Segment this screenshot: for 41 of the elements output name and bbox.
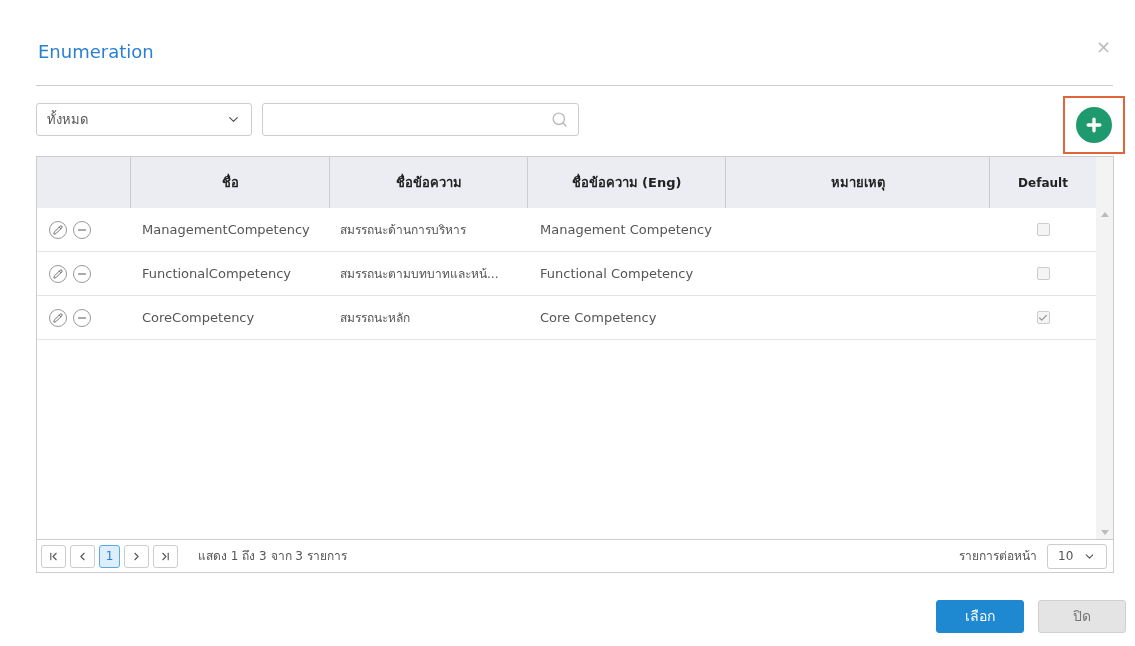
column-header: ชื่อข้อความ (Eng) [528, 157, 726, 208]
check-icon [1038, 312, 1048, 323]
per-page-dropdown[interactable]: 10 [1047, 543, 1107, 569]
add-button[interactable] [1076, 107, 1112, 143]
first-page-button[interactable] [41, 544, 66, 568]
search-icon [551, 111, 568, 128]
scroll-down-icon[interactable] [1100, 530, 1109, 535]
filter-dropdown[interactable]: ทั้งหมด [36, 103, 252, 136]
table-cell: Management Competency [540, 221, 712, 237]
previous-page-button[interactable] [70, 544, 95, 568]
dialog-title: Enumeration [38, 40, 154, 64]
table-cell: CoreCompetency [142, 309, 255, 325]
column-header: Default [1017, 174, 1069, 192]
last-page-button[interactable] [153, 544, 178, 568]
close-dialog-button[interactable]: ปิด [1038, 600, 1126, 633]
default-checkbox[interactable] [1036, 311, 1050, 324]
close-button[interactable]: × [1095, 38, 1111, 56]
column-header: ชื่อข้อความ [330, 157, 528, 208]
table-cell: FunctionalCompetency [142, 265, 291, 281]
plus-icon [1084, 115, 1104, 135]
table-cell: สมรรถนะตามบทบาทและหน้... [340, 266, 499, 281]
table-cell: ManagementCompetency [142, 221, 310, 237]
pencil-icon [53, 268, 63, 279]
pencil-icon [53, 312, 63, 323]
default-checkbox[interactable] [1036, 267, 1050, 280]
default-checkbox[interactable] [1036, 223, 1050, 236]
pencil-icon [53, 224, 63, 235]
column-header: หมายเหตุ [726, 157, 990, 208]
pager-summary: แสดง 1 ถึง 3 จาก 3 รายการ [198, 548, 347, 565]
select-button[interactable]: เลือก [936, 600, 1024, 633]
next-page-button[interactable] [124, 544, 149, 568]
page-button[interactable]: 1 [99, 544, 120, 568]
column-header: ชื่อ [131, 157, 330, 208]
per-page-label: รายการต่อหน้า [959, 548, 1037, 565]
table-cell: สมรรถนะด้านการบริหาร [340, 222, 466, 237]
scrollbar[interactable] [1096, 157, 1113, 539]
table-cell: Core Competency [540, 309, 657, 325]
table-cell: สมรรถนะหลัก [340, 310, 410, 325]
search-field[interactable] [262, 103, 579, 136]
scroll-up-icon[interactable] [1100, 212, 1109, 217]
table-cell: Functional Competency [540, 265, 694, 281]
